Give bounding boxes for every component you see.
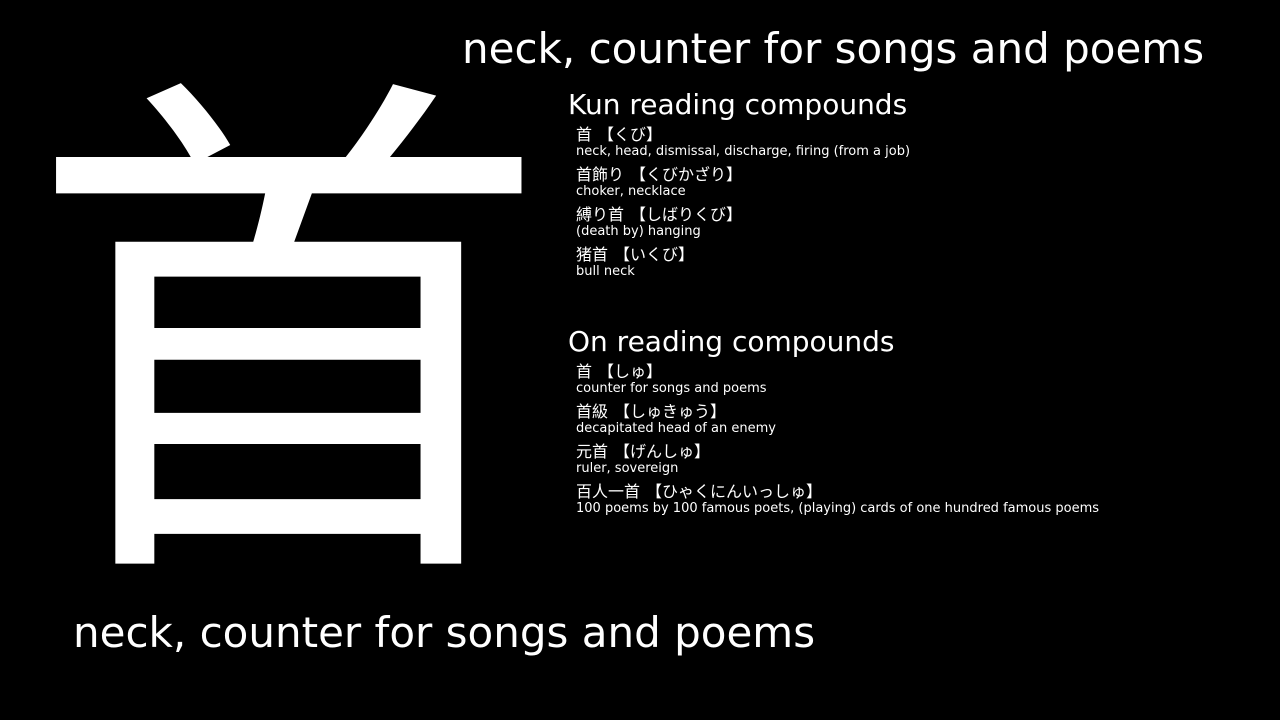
compound-word: 元首	[576, 442, 609, 461]
compound-entry: 百人一首 【ひゃくにんいっしゅ】 100 poems by 100 famous …	[576, 483, 1268, 517]
compound-reading: 【くびかざり】	[630, 165, 743, 184]
compound-gloss: 100 poems by 100 famous poets, (playing)…	[576, 501, 1100, 516]
compound-entry: 元首 【げんしゅ】 ruler, sovereign	[576, 443, 1268, 477]
compound-entry: 首級 【しゅきゅう】 decapitated head of an enemy	[576, 403, 1268, 437]
compound-entry: 猪首 【いくび】 bull neck	[576, 246, 1268, 280]
compound-entry: 首【くび】 neck, head, dismissal, discharge, …	[576, 126, 1268, 160]
compound-head: 元首 【げんしゅ】	[576, 443, 1268, 461]
compound-gloss: counter for songs and poems	[576, 381, 767, 396]
compound-reading: 【しゅきゅう】	[614, 402, 727, 421]
on-section-title: On reading compounds	[568, 325, 895, 358]
on-reading-section: On reading compounds 首【しゅ】 counter for s…	[568, 325, 1268, 523]
compound-word: 首	[576, 362, 593, 381]
compound-head: 縛り首 【しばりくび】	[576, 206, 1268, 224]
compound-gloss: neck, head, dismissal, discharge, firing…	[576, 144, 911, 159]
compound-reading: 【しばりくび】	[630, 205, 743, 224]
compound-reading: 【ひゃくにんいっしゅ】	[646, 482, 823, 501]
compound-head: 首飾り 【くびかざり】	[576, 166, 1268, 184]
compound-head: 猪首 【いくび】	[576, 246, 1268, 264]
compound-entry: 首飾り 【くびかざり】 choker, necklace	[576, 166, 1268, 200]
compound-word: 首級	[576, 402, 609, 421]
compound-gloss: ruler, sovereign	[576, 461, 679, 476]
compound-reading: 【しゅ】	[598, 362, 663, 381]
compound-word: 猪首	[576, 245, 609, 264]
compound-word: 縛り首	[576, 205, 625, 224]
compound-entry: 首【しゅ】 counter for songs and poems	[576, 363, 1268, 397]
kanji-character: 首	[28, 39, 548, 645]
compound-entry: 縛り首 【しばりくび】 (death by) hanging	[576, 206, 1268, 240]
kun-reading-section: Kun reading compounds 首【くび】 neck, head, …	[568, 88, 1268, 286]
compound-word: 百人一首	[576, 482, 641, 501]
meaning-heading-bottom: neck, counter for songs and poems	[73, 608, 816, 657]
compound-reading: 【げんしゅ】	[614, 442, 711, 461]
compound-word: 首飾り	[576, 165, 625, 184]
compound-reading: 【くび】	[598, 125, 663, 144]
compound-gloss: decapitated head of an enemy	[576, 421, 776, 436]
compound-head: 首【しゅ】	[576, 363, 1268, 381]
compound-head: 首級 【しゅきゅう】	[576, 403, 1268, 421]
compound-gloss: bull neck	[576, 264, 635, 279]
compound-gloss: choker, necklace	[576, 184, 686, 199]
compound-gloss: (death by) hanging	[576, 224, 701, 239]
compound-head: 首【くび】	[576, 126, 1268, 144]
compound-reading: 【いくび】	[614, 245, 695, 264]
compound-head: 百人一首 【ひゃくにんいっしゅ】	[576, 483, 1268, 501]
compound-word: 首	[576, 125, 593, 144]
kun-section-title: Kun reading compounds	[568, 88, 908, 121]
meaning-heading-top: neck, counter for songs and poems	[462, 24, 1205, 73]
